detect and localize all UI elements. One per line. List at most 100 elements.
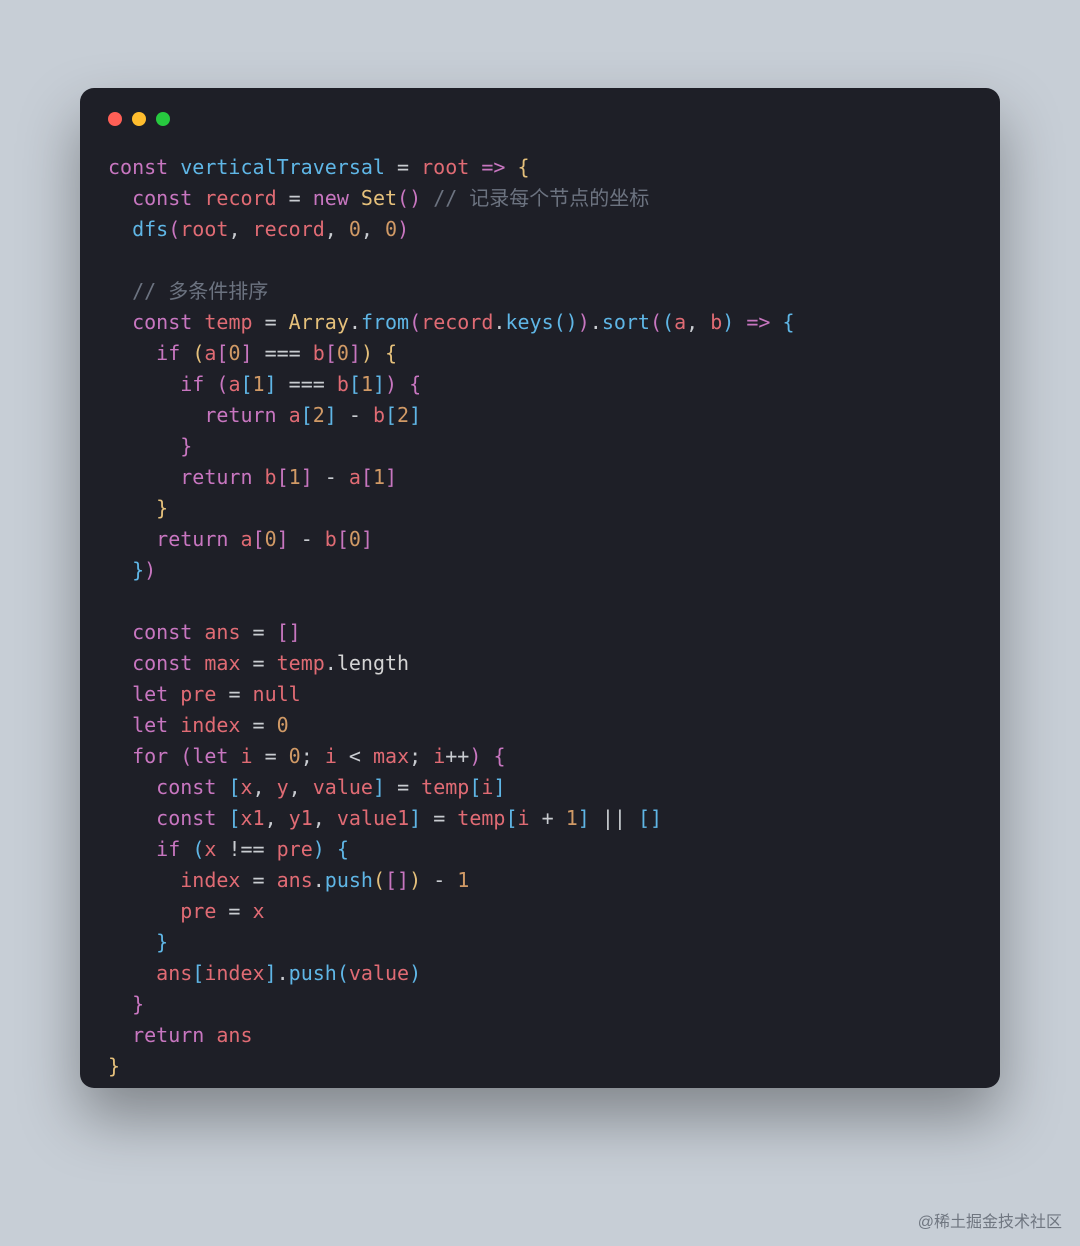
- code-token-bp: (: [397, 186, 409, 210]
- code-token-param: b: [337, 372, 349, 396]
- code-token-fn: push: [325, 868, 373, 892]
- code-token-param: x: [253, 899, 265, 923]
- code-token-param: temp: [421, 775, 469, 799]
- code-token-by: {: [385, 341, 397, 365]
- code-token-fn: dfs: [132, 217, 168, 241]
- code-token-bb: [: [385, 403, 397, 427]
- code-token-param: ans: [216, 1023, 252, 1047]
- code-token-bp: [: [325, 341, 337, 365]
- code-token-num: 0: [265, 527, 277, 551]
- code-token-bb: }: [156, 930, 168, 954]
- code-token-bp: ]: [349, 341, 361, 365]
- code-token-param: b: [373, 403, 385, 427]
- code-token-bb: ]: [373, 775, 385, 799]
- code-token-param: a: [674, 310, 686, 334]
- code-token-bp: [: [253, 527, 265, 551]
- code-token-punc: ;: [409, 744, 433, 768]
- code-token-bp: ): [578, 310, 590, 334]
- code-token-bp: [: [216, 341, 228, 365]
- close-icon[interactable]: [108, 112, 122, 126]
- code-token-param: i: [481, 775, 493, 799]
- code-token-param: index: [204, 961, 264, 985]
- code-token-param: record: [253, 217, 325, 241]
- code-token-bb: [: [469, 775, 481, 799]
- code-token-bb: ): [409, 961, 421, 985]
- code-token-fn: keys: [505, 310, 553, 334]
- code-token-bb: }: [132, 558, 144, 582]
- code-token-param: ans: [204, 620, 240, 644]
- code-token-op: ++: [445, 744, 469, 768]
- code-token-param: i: [325, 744, 337, 768]
- code-token-bp: ]: [397, 868, 409, 892]
- code-token-bp: {: [493, 744, 505, 768]
- code-token-param: record: [204, 186, 276, 210]
- code-token-param: temp: [457, 806, 505, 830]
- code-token-punc: ,: [289, 775, 313, 799]
- code-token-param: temp: [277, 651, 325, 675]
- code-token-key: if: [156, 837, 180, 861]
- code-token-bb: [: [349, 372, 361, 396]
- code-token-bp: {: [409, 372, 421, 396]
- code-token-cmt: // 多条件排序: [132, 279, 268, 303]
- code-token-param: ans: [156, 961, 192, 985]
- code-token-bb: [: [240, 372, 252, 396]
- code-token-bp: ]: [385, 465, 397, 489]
- code-token-bb: ]: [265, 961, 277, 985]
- code-token-num: 0: [228, 341, 240, 365]
- code-token-bp: ]: [277, 527, 289, 551]
- code-token-bp: [: [385, 868, 397, 892]
- code-token-punc: ,: [253, 775, 277, 799]
- code-token-key: const: [132, 186, 192, 210]
- code-token-bp: ]: [241, 341, 253, 365]
- code-token-punc: ,: [228, 217, 252, 241]
- code-token-op: =: [228, 682, 240, 706]
- code-token-bb: ): [313, 837, 325, 861]
- watermark-text: @稀土掘金技术社区: [918, 1208, 1062, 1232]
- code-token-param: pre: [277, 837, 313, 861]
- code-token-param: a: [204, 341, 216, 365]
- code-token-op: -: [349, 403, 361, 427]
- code-token-by: {: [517, 155, 529, 179]
- code-token-bb: (: [554, 310, 566, 334]
- code-token-op: =: [253, 713, 265, 737]
- code-token-by: }: [156, 496, 168, 520]
- code-token-key: const: [156, 775, 216, 799]
- code-token-op: ||: [602, 806, 626, 830]
- code-token-op: =: [433, 806, 445, 830]
- code-token-key: =>: [746, 310, 770, 334]
- code-token-punc: .: [277, 961, 289, 985]
- code-token-bp: ): [469, 744, 481, 768]
- code-token-num: 1: [253, 372, 265, 396]
- code-token-op: =: [265, 744, 277, 768]
- code-token-bb: (: [337, 961, 349, 985]
- code-token-bp: ): [144, 558, 156, 582]
- code-token-key: let: [192, 744, 228, 768]
- code-token-param: value: [349, 961, 409, 985]
- code-token-num: 0: [349, 527, 361, 551]
- code-token-num: 2: [313, 403, 325, 427]
- code-token-bp: (: [216, 372, 228, 396]
- code-token-bb: ]: [493, 775, 505, 799]
- code-token-bp: }: [180, 434, 192, 458]
- code-token-bp: ): [385, 372, 397, 396]
- code-token-param: root: [180, 217, 228, 241]
- code-token-param: x: [240, 775, 252, 799]
- code-token-param: a: [228, 372, 240, 396]
- code-token-by: }: [108, 1054, 120, 1078]
- code-token-op: =: [289, 186, 301, 210]
- code-card: const verticalTraversal = root => { cons…: [80, 88, 1000, 1088]
- code-token-bp: ]: [361, 527, 373, 551]
- code-token-bp: ]: [301, 465, 313, 489]
- code-token-by: ): [409, 868, 421, 892]
- code-token-param: i: [433, 744, 445, 768]
- minimize-icon[interactable]: [132, 112, 146, 126]
- code-token-bb: ): [722, 310, 734, 334]
- code-token-param: y1: [289, 806, 313, 830]
- code-token-op: =: [253, 651, 265, 675]
- code-token-op: +: [542, 806, 554, 830]
- code-token-param: b: [325, 527, 337, 551]
- zoom-icon[interactable]: [156, 112, 170, 126]
- code-token-num: 1: [566, 806, 578, 830]
- code-token-key: const: [108, 155, 168, 179]
- code-token-key: let: [132, 713, 168, 737]
